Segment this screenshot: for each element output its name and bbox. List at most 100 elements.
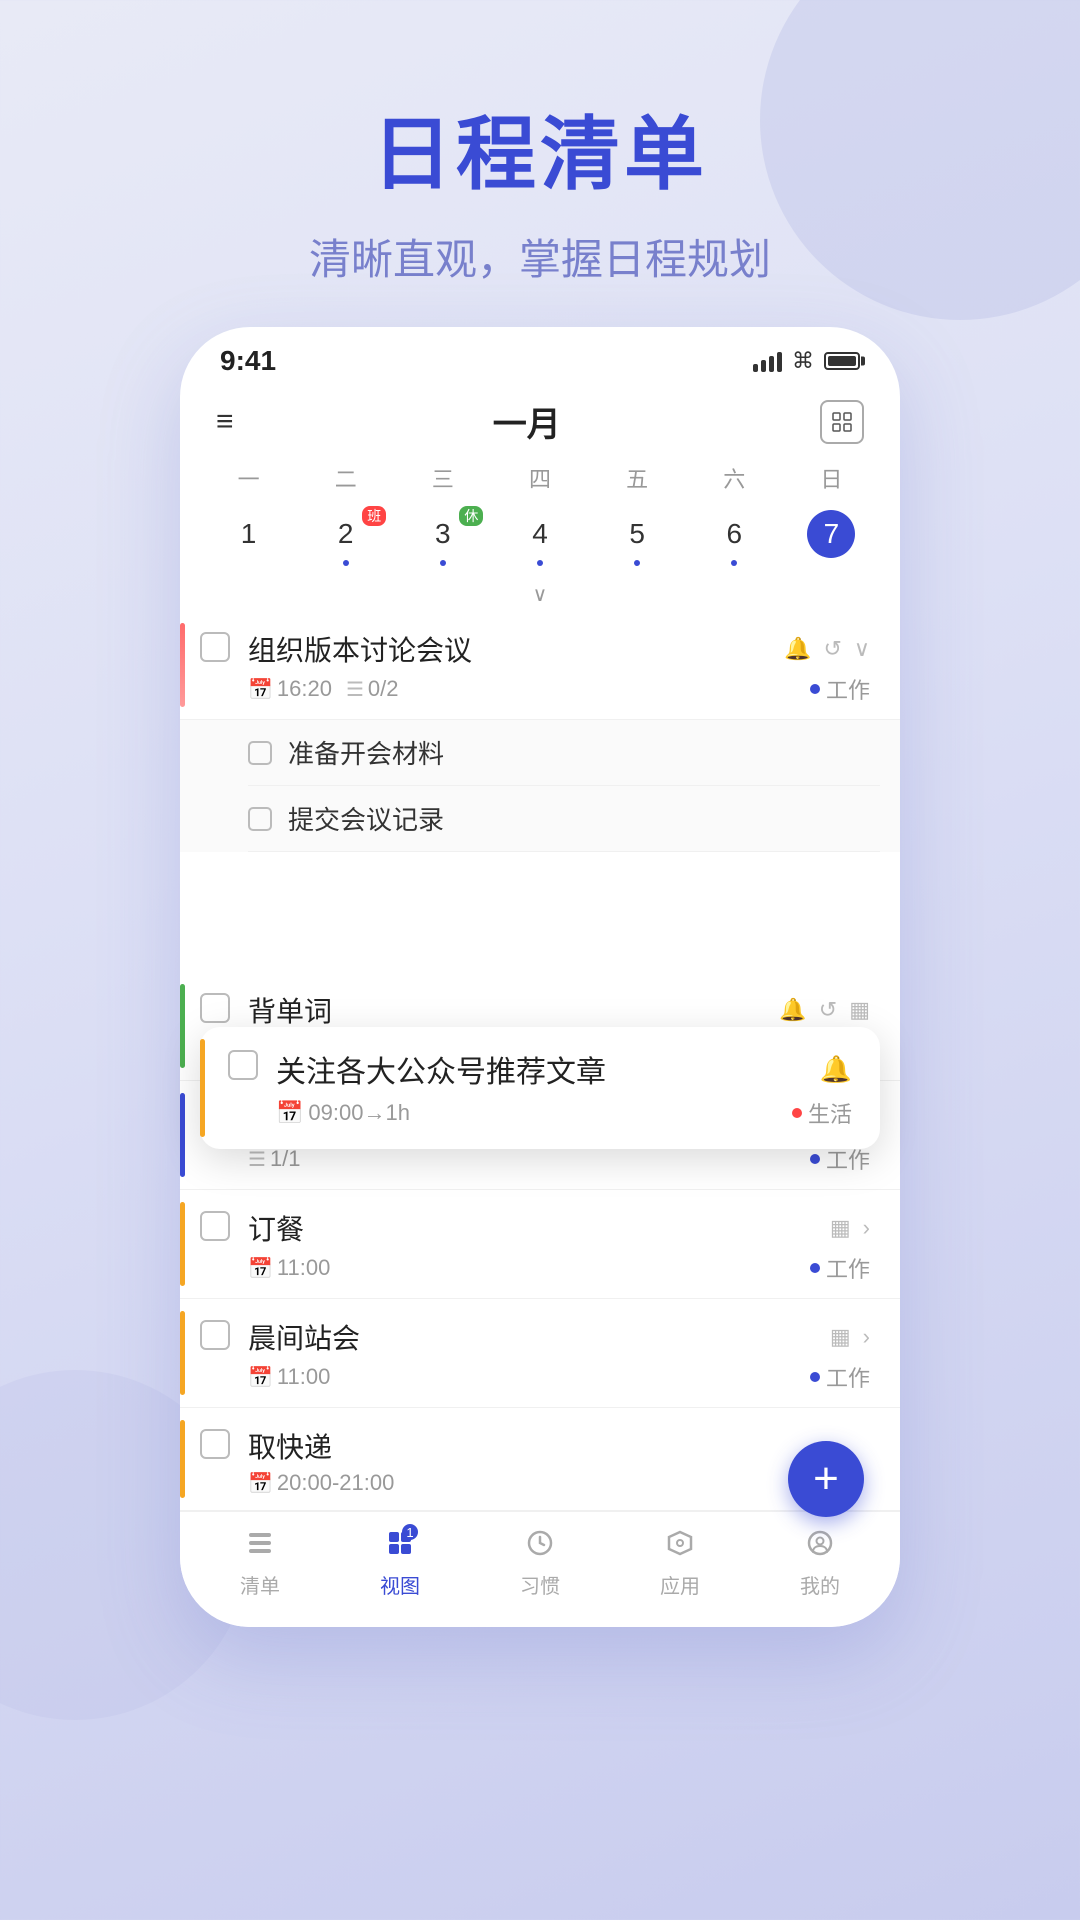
subtask-item-2[interactable]: 提交会议记录: [248, 786, 880, 852]
grid-icon-5[interactable]: ▦: [830, 1324, 851, 1350]
week-day-fri: 五: [589, 458, 686, 498]
cal-date-5[interactable]: 5: [589, 504, 686, 570]
task-actions-5: ▦ ›: [830, 1324, 870, 1350]
repeat-icon[interactable]: ↺: [823, 636, 841, 662]
task-checkbox-1[interactable]: [200, 632, 230, 662]
chevron-icon-5[interactable]: ›: [863, 1324, 870, 1350]
cal-date-7[interactable]: 7: [783, 504, 880, 570]
bell-icon[interactable]: 🔔: [784, 636, 811, 662]
task-item-4[interactable]: 订餐 ▦ › 📅11:00 工作: [180, 1190, 900, 1299]
category-dot-5: [810, 1372, 820, 1382]
nav-icon-habits: [526, 1528, 554, 1565]
fab-add-button[interactable]: +: [788, 1441, 864, 1517]
nav-label-list: 清单: [240, 1570, 280, 1599]
floating-calendar-icon: 📅: [276, 1100, 303, 1126]
cal-date-1[interactable]: 1: [200, 504, 297, 570]
status-bar: 9:41 ⌘: [180, 327, 900, 387]
grid-icon-2[interactable]: ▦: [849, 997, 870, 1023]
nav-label-view: 视图: [380, 1570, 420, 1599]
subtask-checkbox-1[interactable]: [248, 741, 272, 765]
task-time-5: 📅11:00: [248, 1364, 330, 1390]
calendar-icon-4: 📅: [248, 1256, 273, 1281]
task-title-2: 背单词: [248, 990, 332, 1030]
battery-icon: [824, 352, 860, 370]
week-day-tue: 二: [297, 458, 394, 498]
task-actions-4: ▦ ›: [830, 1215, 870, 1241]
task-item-1[interactable]: 组织版本讨论会议 🔔 ↺ ∨ 📅16:20 ☰0/2: [180, 611, 900, 720]
task-color-bar-3: [180, 1093, 185, 1177]
task-checkbox-2[interactable]: [200, 993, 230, 1023]
wifi-icon: ⌘: [792, 348, 814, 374]
task-actions-1: 🔔 ↺ ∨: [784, 636, 870, 662]
subtask-icon: ☰: [346, 677, 364, 702]
nav-item-view[interactable]: 1 视图: [355, 1528, 445, 1599]
calendar-grid-icon[interactable]: [820, 400, 864, 444]
cal-date-2[interactable]: 2 班: [297, 504, 394, 570]
category-dot-3: [810, 1154, 820, 1164]
nav-item-list[interactable]: 清单: [215, 1528, 305, 1599]
cal-date-3[interactable]: 3 休: [394, 504, 491, 570]
badge-ban: 班: [362, 506, 386, 526]
week-day-mon: 一: [200, 458, 297, 498]
task-category-1: 工作: [810, 673, 870, 705]
task-title-4: 订餐: [248, 1208, 304, 1248]
calendar-header: ≡ 一月: [180, 387, 900, 458]
task-color-bar-6: [180, 1420, 185, 1498]
grid-icon-4[interactable]: ▦: [830, 1215, 851, 1241]
cal-date-6[interactable]: 6: [686, 504, 783, 570]
category-dot: [810, 684, 820, 694]
menu-icon[interactable]: ≡: [216, 405, 234, 439]
nav-item-apps[interactable]: 应用: [635, 1528, 725, 1599]
subtask-item-1[interactable]: 准备开会材料: [248, 720, 880, 786]
task-color-bar-5: [180, 1311, 185, 1395]
task-category-4: 工作: [810, 1252, 870, 1284]
subtask-checkbox-2[interactable]: [248, 807, 272, 831]
task-content-4: 订餐 ▦ › 📅11:00 工作: [248, 1208, 870, 1284]
nav-label-me: 我的: [800, 1570, 840, 1599]
nav-label-habits: 习惯: [520, 1570, 560, 1599]
status-time: 9:41: [220, 345, 276, 377]
calendar-icon-6: 📅: [248, 1471, 273, 1496]
task-subtask-count-3: ☰1/1: [248, 1146, 301, 1172]
task-content-6: 取快递 📅20:00-21:00: [248, 1426, 870, 1496]
task-item-5[interactable]: 晨间站会 ▦ › 📅11:00 工作: [180, 1299, 900, 1408]
nav-icon-view: 1: [386, 1528, 414, 1565]
expand-icon[interactable]: ∨: [854, 636, 870, 662]
task-checkbox-6[interactable]: [200, 1429, 230, 1459]
bottom-nav: 清单 1 视图 习惯: [180, 1511, 900, 1627]
subtask-text-2: 提交会议记录: [288, 800, 444, 837]
nav-item-me[interactable]: 我的: [775, 1528, 865, 1599]
category-dot-4: [810, 1263, 820, 1273]
floating-card[interactable]: 关注各大公众号推荐文章 🔔 📅 09:00→1h 生活: [200, 1027, 880, 1149]
floating-card-category: 生活: [792, 1097, 852, 1129]
calendar-expand[interactable]: ∨: [180, 578, 900, 611]
floating-card-content: 关注各大公众号推荐文章 🔔 📅 09:00→1h 生活: [276, 1047, 852, 1129]
task-content-1: 组织版本讨论会议 🔔 ↺ ∨ 📅16:20 ☰0/2: [248, 629, 870, 705]
floating-cat-dot: [792, 1108, 802, 1118]
week-day-sat: 六: [686, 458, 783, 498]
nav-item-habits[interactable]: 习惯: [495, 1528, 585, 1599]
cal-date-4[interactable]: 4: [491, 504, 588, 570]
task-title-5: 晨间站会: [248, 1317, 360, 1357]
bell-icon-2[interactable]: 🔔: [779, 997, 806, 1023]
task-time-1: 📅16:20: [248, 676, 332, 702]
floating-card-checkbox[interactable]: [228, 1050, 258, 1080]
repeat-icon-2[interactable]: ↺: [819, 997, 837, 1023]
task-title-6: 取快递: [248, 1426, 332, 1466]
task-checkbox-5[interactable]: [200, 1320, 230, 1350]
week-day-wed: 三: [394, 458, 491, 498]
week-days-row: 一 二 三 四 五 六 日: [180, 458, 900, 498]
signal-icon: [753, 350, 782, 372]
phone-mockup: 9:41 ⌘ ≡ 一月 一 二: [180, 327, 900, 1627]
badge-xiu: 休: [459, 506, 483, 526]
task-color-bar: [180, 623, 185, 707]
chevron-icon-4[interactable]: ›: [863, 1215, 870, 1241]
task-checkbox-4[interactable]: [200, 1211, 230, 1241]
floating-card-color-bar: [200, 1039, 205, 1137]
task-title-1: 组织版本讨论会议: [248, 629, 472, 669]
week-day-thu: 四: [491, 458, 588, 498]
floating-bell-icon[interactable]: 🔔: [820, 1054, 852, 1085]
task-content-5: 晨间站会 ▦ › 📅11:00 工作: [248, 1317, 870, 1393]
task-time-4: 📅11:00: [248, 1255, 330, 1281]
nav-label-apps: 应用: [660, 1570, 700, 1599]
